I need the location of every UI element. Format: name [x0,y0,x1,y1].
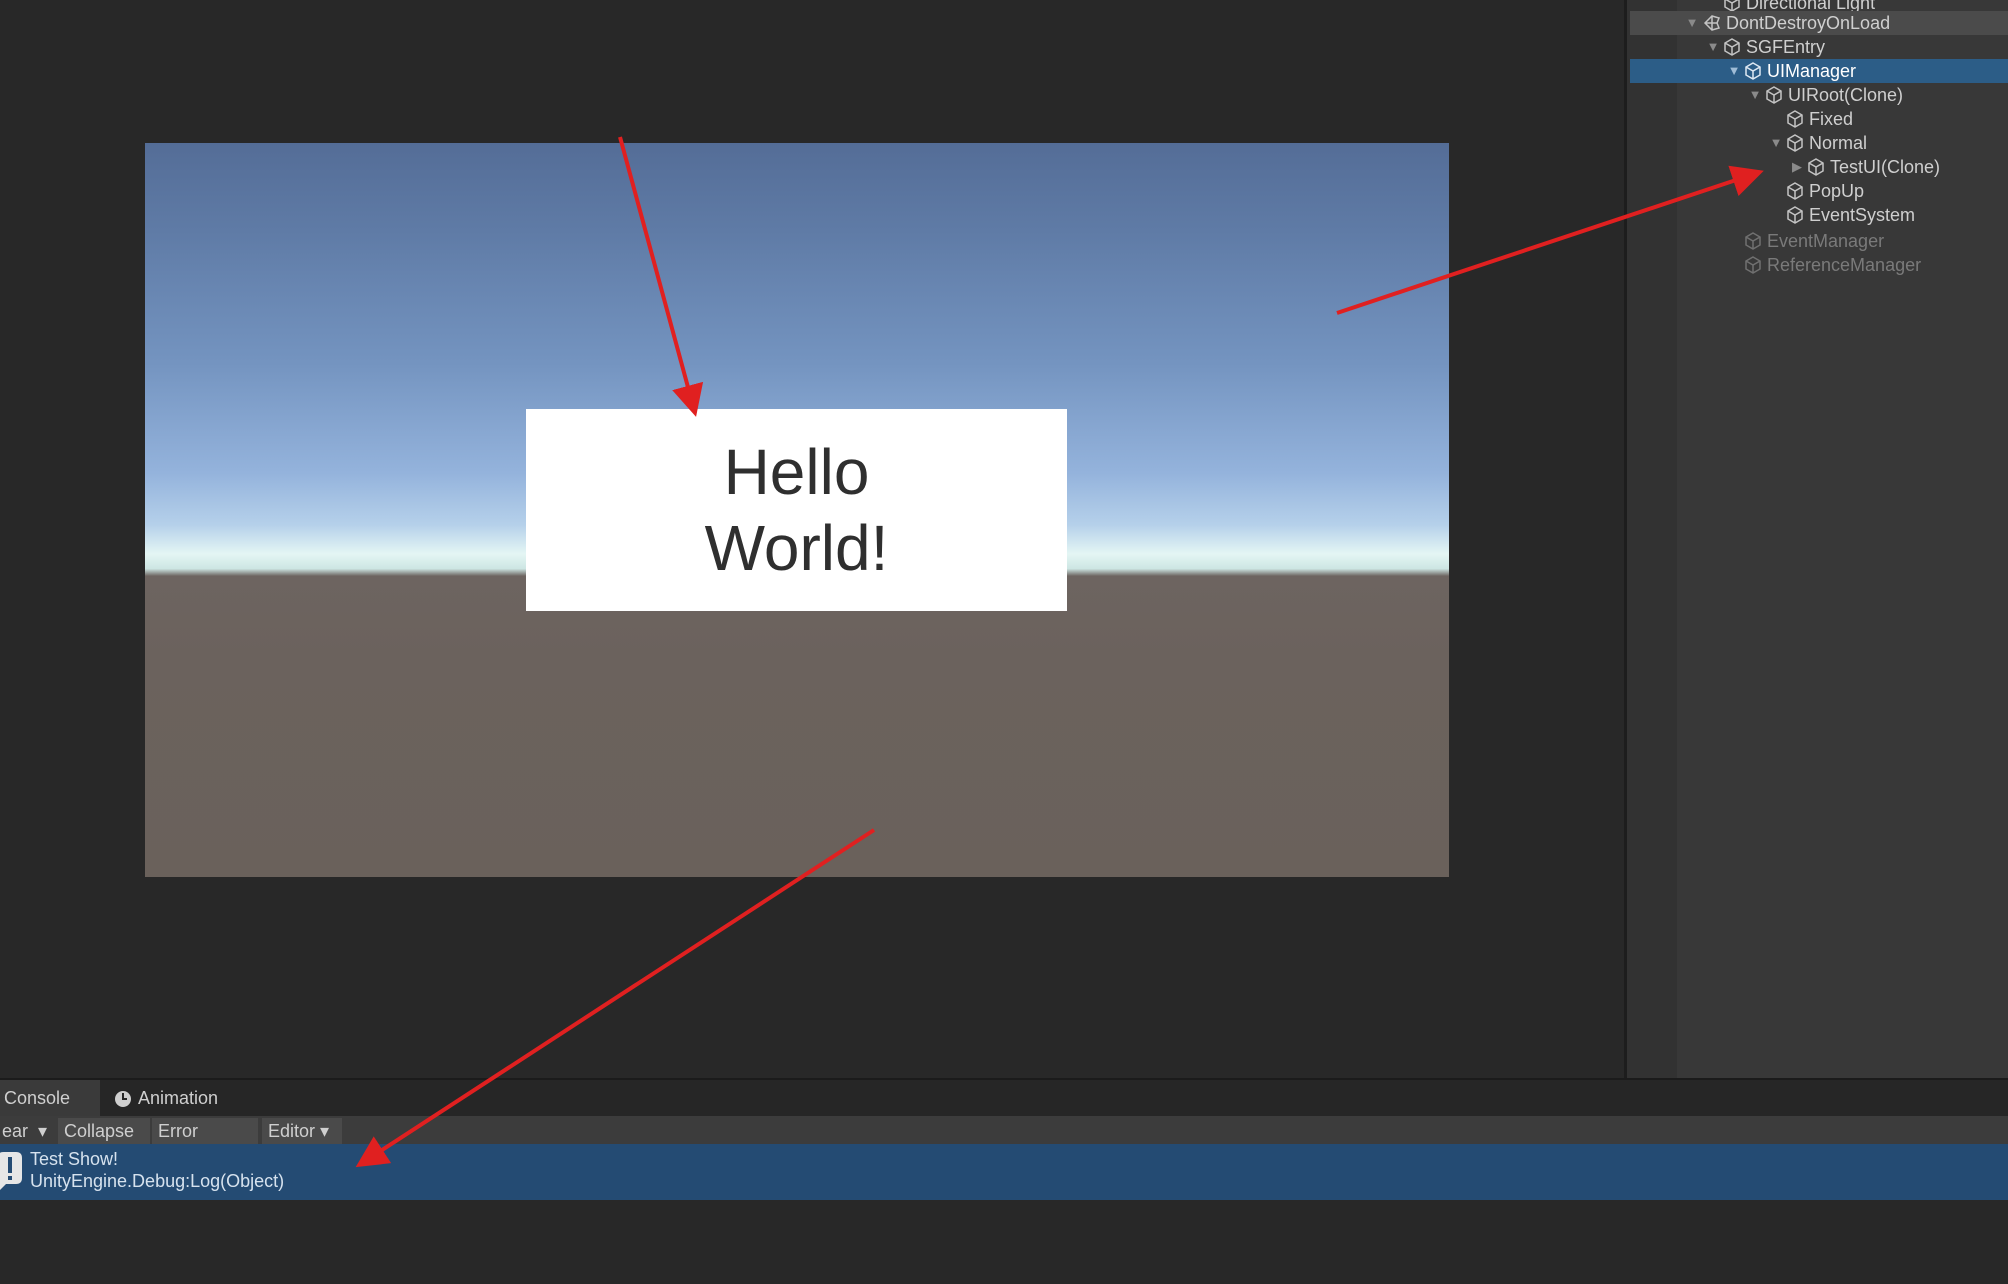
hierarchy-item-uiroot-clone[interactable]: ▼ UIRoot(Clone) [1630,83,2008,107]
hierarchy-item-label: EventManager [1767,231,1885,251]
console-toolbar: ear ▾ Collapse Error Pause Editor ▾ [0,1116,2008,1167]
expand-arrow-icon[interactable]: ▼ [1748,83,1762,107]
expand-arrow-icon[interactable]: ▼ [1769,131,1783,155]
gameobject-cube-icon [1745,62,1761,80]
console-tab-bar: Console Animation [0,1080,2008,1116]
gameobject-cube-icon [1808,158,1824,176]
log-entry-selected[interactable]: Test Show! UnityEngine.Debug:Log(Object) [0,1144,2008,1200]
game-canvas[interactable]: Hello World! [145,143,1449,877]
unity-scene-icon [1703,15,1721,31]
hello-world-text: Hello World! [704,436,889,584]
hierarchy-item-label: DontDestroyOnLoad [1726,13,1891,33]
hierarchy-item-sgfentry[interactable]: ▼ SGFEntry [1630,35,2008,59]
game-view[interactable]: Hello World! [0,0,1624,1078]
hierarchy-item-referencemanager[interactable]: ReferenceManager [1630,253,2008,277]
hierarchy-item-label: Normal [1809,133,1868,153]
hello-world-panel: Hello World! [526,409,1067,611]
clear-dropdown-icon[interactable]: ▾ [34,1118,54,1144]
error-pause-button[interactable]: Error Pause [152,1118,258,1167]
clear-button[interactable]: ear [0,1118,32,1144]
expand-arrow-icon[interactable]: ▼ [1706,35,1720,59]
tab-console[interactable]: Console [0,1080,100,1116]
hierarchy-item-label: EventSystem [1809,205,1916,225]
hierarchy-item-label: SGFEntry [1746,37,1826,57]
hierarchy-item-label: UIRoot(Clone) [1788,85,1904,105]
hierarchy-item-normal[interactable]: ▼ Normal [1630,131,2008,155]
gameobject-cube-icon [1787,206,1803,224]
expand-arrow-icon[interactable]: ▼ [1685,11,1699,35]
animation-clock-icon [115,1091,131,1107]
collapse-button[interactable]: Collapse [58,1118,150,1144]
hierarchy-item-uimanager[interactable]: ▼ UIManager [1630,59,2008,83]
hierarchy-item-label: TestUI(Clone) [1830,157,1941,177]
hierarchy-item-eventmanager[interactable]: EventManager [1630,229,2008,253]
hierarchy-item-eventsystem[interactable]: EventSystem [1630,203,2008,227]
hierarchy-item-dontdestroyonload[interactable]: ▼ DontDestroyOnLoad [1630,11,2008,35]
expand-arrow-icon[interactable]: ▼ [1727,59,1741,83]
gameobject-cube-icon [1724,38,1740,56]
gameobject-cube-icon [1766,86,1782,104]
gameobject-cube-icon [1745,232,1761,250]
gameobject-cube-icon [1745,256,1761,274]
console-panel: Console Animation ear ▾ Collapse Error P… [0,1078,2008,1284]
hierarchy-item-label: PopUp [1809,181,1865,201]
hierarchy-item-label: ReferenceManager [1767,255,1922,275]
gameobject-cube-icon [1787,110,1803,128]
editor-dropdown[interactable]: Editor ▾ [262,1118,342,1144]
gameobject-cube-icon [1787,182,1803,200]
hierarchy-item-popup[interactable]: PopUp [1630,179,2008,203]
log-message: Test Show! [30,1149,119,1169]
hierarchy-panel: Directional Light ▼ DontDestroyOnLoad ▼ … [1624,0,2008,1078]
info-message-icon [0,1152,22,1190]
hierarchy-item-fixed[interactable]: Fixed [1630,107,2008,131]
log-stacktrace: UnityEngine.Debug:Log(Object) [30,1171,285,1191]
gameobject-cube-icon [1787,134,1803,152]
hierarchy-item-label: UIManager [1767,61,1857,81]
expand-arrow-icon[interactable]: ▶ [1790,155,1804,179]
tab-animation-label: Animation [138,1088,219,1108]
hierarchy-item-testui-clone[interactable]: ▶ TestUI(Clone) [1630,155,2008,179]
hierarchy-item-label: Fixed [1809,109,1854,129]
